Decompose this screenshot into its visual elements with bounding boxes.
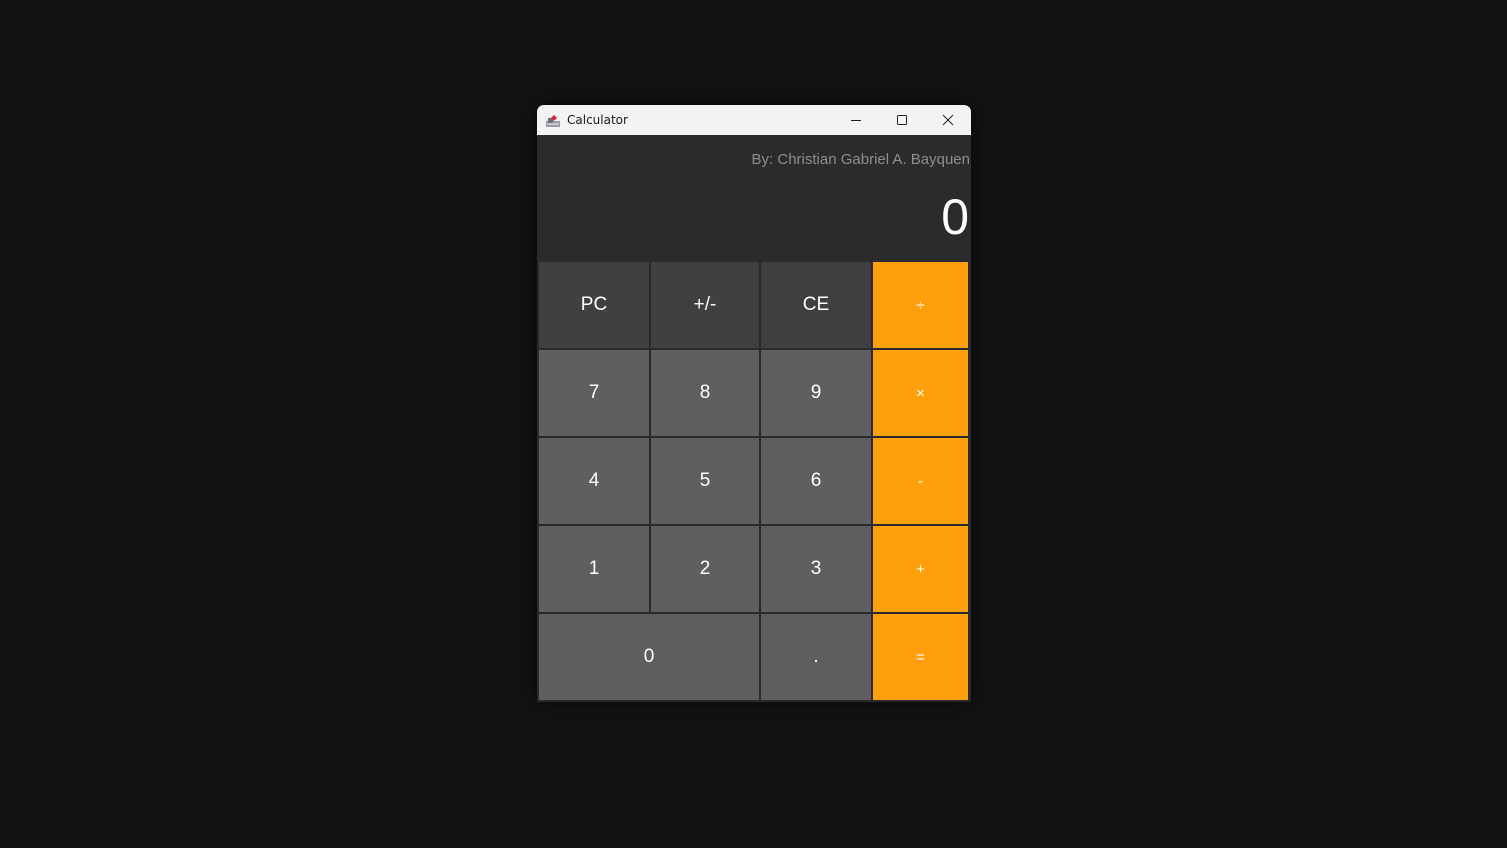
display-value: 0 xyxy=(941,189,969,245)
digit-0-button[interactable]: 0 xyxy=(539,614,759,700)
digit-5-button[interactable]: 5 xyxy=(651,438,759,524)
subtract-button[interactable]: - xyxy=(873,438,968,524)
keypad: PC +/- CE ÷ 7 8 9 × 4 5 6 - 1 2 3 + 0 . … xyxy=(537,262,971,702)
calculator-window: Calculator By: Christian Gabriel A. Bayq… xyxy=(537,105,971,702)
java-app-icon xyxy=(545,112,561,128)
maximize-icon xyxy=(897,115,907,125)
title-bar[interactable]: Calculator xyxy=(537,105,971,135)
add-button[interactable]: + xyxy=(873,526,968,612)
author-credit: By: Christian Gabriel A. Bayquen xyxy=(751,151,970,168)
minimize-icon xyxy=(851,120,861,121)
digit-8-button[interactable]: 8 xyxy=(651,350,759,436)
sign-toggle-button[interactable]: +/- xyxy=(651,262,759,348)
close-button[interactable] xyxy=(925,105,971,135)
digit-1-button[interactable]: 1 xyxy=(539,526,649,612)
digit-4-button[interactable]: 4 xyxy=(539,438,649,524)
divide-button[interactable]: ÷ xyxy=(873,262,968,348)
decimal-button[interactable]: . xyxy=(761,614,871,700)
maximize-button[interactable] xyxy=(879,105,925,135)
multiply-button[interactable]: × xyxy=(873,350,968,436)
digit-9-button[interactable]: 9 xyxy=(761,350,871,436)
digit-6-button[interactable]: 6 xyxy=(761,438,871,524)
calculator-display: By: Christian Gabriel A. Bayquen 0 xyxy=(537,135,971,262)
window-title: Calculator xyxy=(567,113,628,127)
digit-2-button[interactable]: 2 xyxy=(651,526,759,612)
digit-7-button[interactable]: 7 xyxy=(539,350,649,436)
minimize-button[interactable] xyxy=(833,105,879,135)
digit-3-button[interactable]: 3 xyxy=(761,526,871,612)
percent-clear-button[interactable]: PC xyxy=(539,262,649,348)
window-controls xyxy=(833,105,971,135)
clear-entry-button[interactable]: CE xyxy=(761,262,871,348)
equals-button[interactable]: = xyxy=(873,614,968,700)
close-icon xyxy=(942,114,954,126)
